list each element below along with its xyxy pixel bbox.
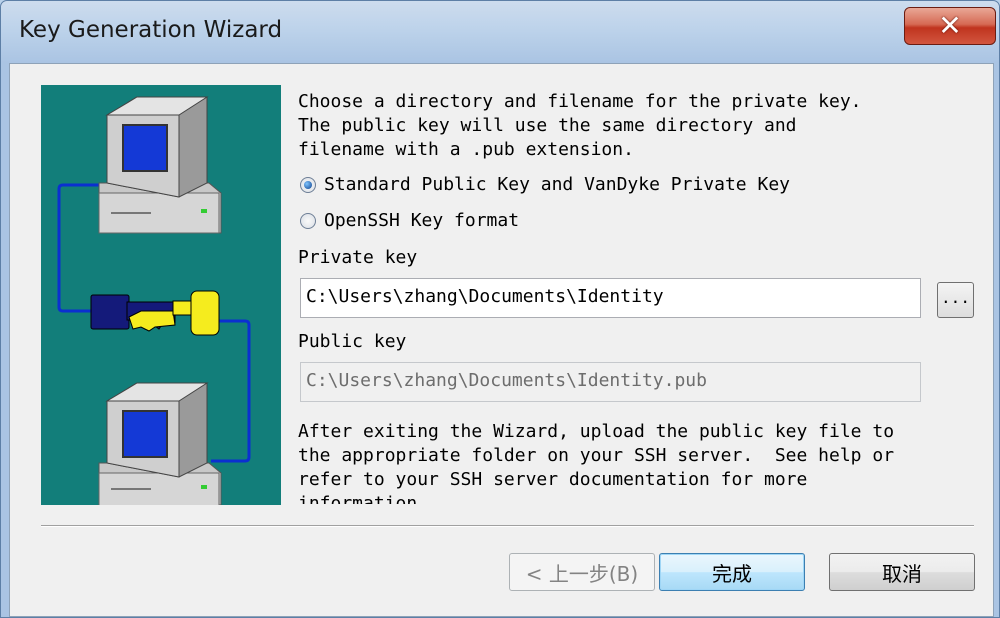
note-line-3: refer to your SSH server documentation f… xyxy=(298,469,808,490)
browse-button[interactable]: ... xyxy=(937,282,974,318)
intro-text-line-3: filename with a .pub extension. xyxy=(298,139,634,160)
radio-openssh-key-format[interactable]: OpenSSH Key format xyxy=(300,210,519,231)
cancel-button[interactable]: 取消 xyxy=(829,553,975,591)
private-key-label: Private key xyxy=(298,247,418,268)
radio-standard-key-format[interactable]: Standard Public Key and VanDyke Private … xyxy=(300,174,790,195)
upload-instructions: After exiting the Wizard, upload the pub… xyxy=(298,420,978,504)
note-line-1: After exiting the Wizard, upload the pub… xyxy=(298,421,895,442)
close-icon: ✕ xyxy=(938,9,962,42)
finish-button[interactable]: 完成 xyxy=(659,553,805,591)
radio-openssh-label: OpenSSH Key format xyxy=(324,210,520,231)
intro-text-line-1: Choose a directory and filename for the … xyxy=(298,91,862,112)
divider xyxy=(41,525,974,527)
intro-text-line-2: The public key will use the same directo… xyxy=(298,115,797,136)
wizard-page: Choose a directory and filename for the … xyxy=(9,63,994,617)
back-button[interactable]: < 上一步(B) xyxy=(509,553,655,591)
note-line-2: the appropriate folder on your SSH serve… xyxy=(298,445,895,466)
public-key-path-field: C:\Users\zhang\Documents\Identity.pub xyxy=(300,362,921,402)
key-generation-wizard-window: Key Generation Wizard ✕ Choose a directo… xyxy=(0,0,1000,618)
title-bar[interactable]: Key Generation Wizard ✕ xyxy=(1,1,1000,63)
radio-unselected-icon[interactable] xyxy=(300,212,316,229)
note-line-4: information. xyxy=(298,493,429,504)
close-button[interactable]: ✕ xyxy=(904,7,996,45)
computers-and-key-icon xyxy=(57,96,251,505)
key-exchange-illustration xyxy=(41,85,281,505)
radio-standard-label: Standard Public Key and VanDyke Private … xyxy=(324,174,790,195)
radio-selected-icon[interactable] xyxy=(300,176,316,193)
window-title: Key Generation Wizard xyxy=(19,17,283,43)
private-key-path-input[interactable]: C:\Users\zhang\Documents\Identity xyxy=(300,278,921,318)
public-key-label: Public key xyxy=(298,331,407,352)
